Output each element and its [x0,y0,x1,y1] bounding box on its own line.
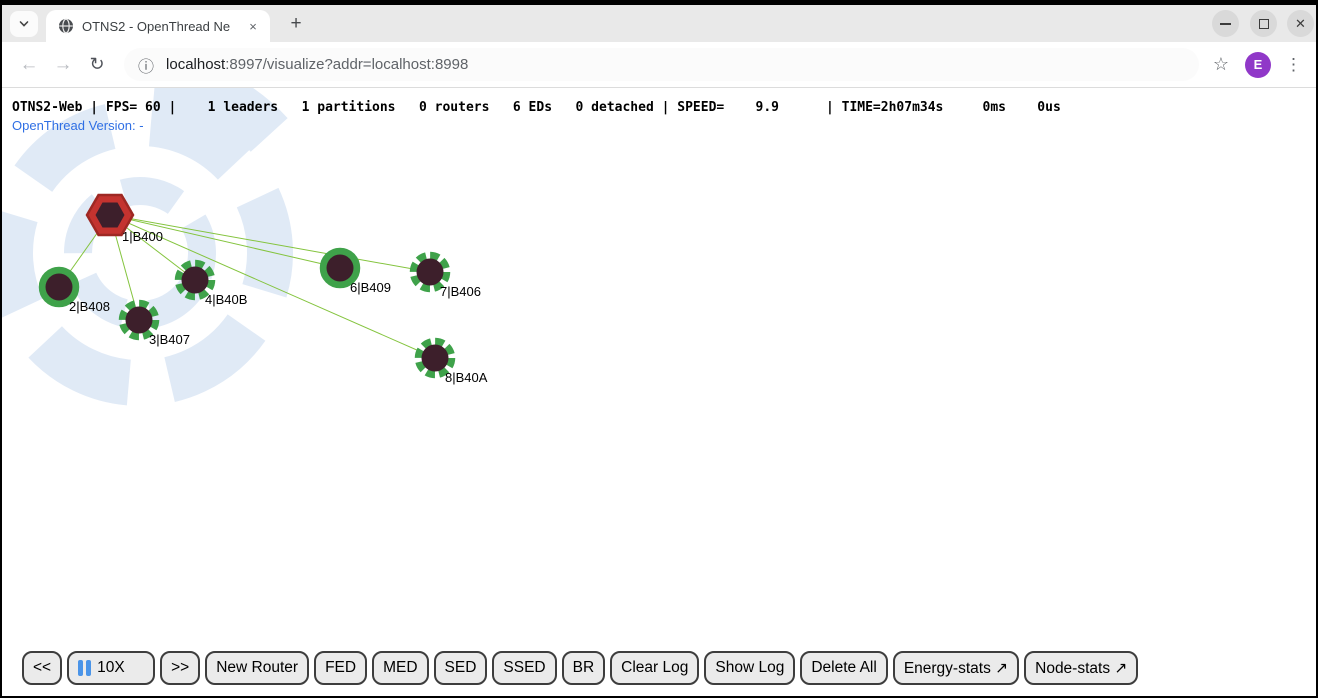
node-label: 6|B409 [350,280,391,295]
node-label: 8|B40A [445,370,488,385]
ssed-button[interactable]: SSED [492,651,556,685]
button-label: SED [445,659,477,677]
browser-window: OTNS2 - OpenThread Ne × + ✕ ← → ↻ ⓘ loca… [2,5,1316,696]
button-label: SSED [503,659,545,677]
active-tab[interactable]: OTNS2 - OpenThread Ne × [46,10,270,42]
globe-favicon-icon [58,18,74,34]
node-label: 2|B408 [69,299,110,314]
node-body [422,345,449,372]
openthread-version-link[interactable]: OpenThread Version: - [12,118,144,133]
back-button[interactable]: ← [12,54,46,76]
button-label: FED [325,659,356,677]
button-label: << [33,659,51,677]
close-window-button[interactable]: ✕ [1287,10,1314,37]
button-label: Show Log [715,659,784,677]
page-info-icon[interactable]: ⓘ [138,53,154,77]
node-body [417,259,444,286]
button-label: 10X [97,659,125,677]
openthread-logo-watermark [2,88,330,443]
otns-canvas-area: OTNS2-Web | FPS= 60 | 1 leaders 1 partit… [2,88,1316,696]
new-router-button[interactable]: New Router [205,651,309,685]
browser-menu-icon[interactable]: ⋮ [1285,55,1302,75]
button-label: BR [573,659,595,677]
delete-all-button[interactable]: Delete All [800,651,887,685]
sed-button[interactable]: SED [434,651,488,685]
node-body [327,255,354,282]
med-button[interactable]: MED [372,651,428,685]
node-label: 7|B406 [440,284,481,299]
step-forward-button[interactable]: >> [160,651,200,685]
node-stats-button[interactable]: Node-stats ↗ [1024,651,1138,685]
maximize-icon [1259,19,1269,29]
clear-log-button[interactable]: Clear Log [610,651,699,685]
bookmark-star-icon[interactable]: ☆ [1213,54,1229,75]
address-bar[interactable]: ⓘ localhost:8997/visualize?addr=localhos… [124,48,1199,81]
br-button[interactable]: BR [562,651,606,685]
button-label: Delete All [811,659,876,677]
new-tab-button[interactable]: + [284,12,308,36]
button-label: >> [171,659,189,677]
show-log-button[interactable]: Show Log [704,651,795,685]
tab-title: OTNS2 - OpenThread Ne [82,19,240,34]
pause-icon [78,660,91,676]
node-body [126,307,153,334]
node-body [182,267,209,294]
browser-toolbar: ← → ↻ ⓘ localhost:8997/visualize?addr=lo… [2,42,1316,88]
node-label: 4|B40B [205,292,247,307]
energy-stats-button[interactable]: Energy-stats ↗ [893,651,1019,685]
url-path: :8997/visualize?addr=localhost:8998 [225,56,468,73]
button-label: Node-stats ↗ [1035,659,1127,678]
fed-button[interactable]: FED [314,651,367,685]
url-host: localhost [166,56,225,73]
button-label: MED [383,659,417,677]
minimize-icon [1220,23,1231,25]
node-body [46,274,73,301]
node-label: 3|B407 [149,332,190,347]
step-back-button[interactable]: << [22,651,62,685]
button-label: Clear Log [621,659,688,677]
chevron-down-icon [18,18,30,30]
node-8[interactable]: 8|B40A [419,342,488,386]
otns-stats-line: OTNS2-Web | FPS= 60 | 1 leaders 1 partit… [12,100,1061,115]
button-label: New Router [216,659,298,677]
forward-button[interactable]: → [46,54,80,76]
network-topology-graph: 1|B400 2|B408 3|B407 4|B40B 6|B409 7|B406 8|B4… [2,88,1316,695]
minimize-button[interactable] [1212,10,1239,37]
tab-search-button[interactable] [10,11,38,37]
tab-close-icon[interactable]: × [244,17,262,35]
node-6[interactable]: 6|B409 [324,252,391,296]
maximize-button[interactable] [1250,10,1277,37]
speed-button[interactable]: 10X [67,651,155,685]
node-label: 1|B400 [122,229,163,244]
tab-strip: OTNS2 - OpenThread Ne × + ✕ [2,5,1316,42]
reload-button[interactable]: ↻ [80,54,114,75]
otns-control-bar: << 10X >> New Router FED MED SED SSED BR Clear Lo… [22,651,1138,685]
url-text[interactable]: localhost:8997/visualize?addr=localhost:… [166,56,468,73]
button-label: Energy-stats ↗ [904,659,1008,678]
node-7[interactable]: 7|B406 [414,256,481,300]
profile-avatar[interactable]: E [1245,52,1271,78]
